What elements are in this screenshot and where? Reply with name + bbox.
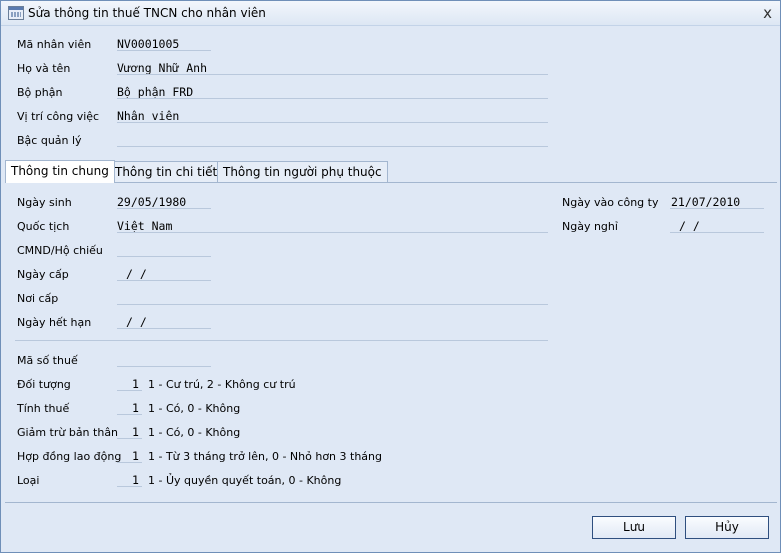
type-field[interactable]: 1 bbox=[132, 473, 139, 487]
position-field[interactable]: Nhân viên bbox=[117, 109, 179, 123]
id-number-label: CMND/Hộ chiếu bbox=[17, 244, 103, 257]
join-date-underline bbox=[670, 208, 764, 209]
dob-field[interactable]: 29/05/1980 bbox=[117, 195, 186, 209]
expiry-date-field[interactable]: / / bbox=[126, 315, 147, 329]
leave-date-underline bbox=[670, 232, 764, 233]
close-button[interactable]: x bbox=[763, 4, 772, 22]
self-deduction-label: Giảm trừ bản thân bbox=[17, 426, 119, 439]
full-name-field[interactable]: Vương Nhữ Anh bbox=[117, 61, 207, 75]
management-level-label: Bậc quản lý bbox=[17, 134, 82, 147]
issue-place-underline bbox=[117, 304, 548, 305]
subject-field[interactable]: 1 bbox=[132, 377, 139, 391]
leave-date-label: Ngày nghỉ bbox=[562, 220, 618, 233]
dob-label: Ngày sinh bbox=[17, 196, 72, 209]
nationality-underline bbox=[117, 232, 548, 233]
type-hint: 1 - Ủy quyền quyết toán, 0 - Không bbox=[148, 474, 342, 487]
form-icon bbox=[8, 6, 24, 20]
tab-general-info[interactable]: Thông tin chung bbox=[5, 160, 115, 183]
window-title: Sửa thông tin thuế TNCN cho nhân viên bbox=[28, 6, 266, 20]
issue-date-label: Ngày cấp bbox=[17, 268, 69, 281]
position-underline bbox=[117, 122, 548, 123]
full-name-underline bbox=[117, 74, 548, 75]
department-label: Bộ phận bbox=[17, 86, 63, 99]
nationality-field[interactable]: Việt Nam bbox=[117, 219, 172, 233]
tax-code-underline bbox=[117, 366, 211, 367]
nationality-label: Quốc tịch bbox=[17, 220, 70, 233]
issue-place-label: Nơi cấp bbox=[17, 292, 59, 305]
tab-detail-info[interactable]: Thông tin chi tiết bbox=[109, 161, 224, 182]
tab-dependents-info[interactable]: Thông tin người phụ thuộc bbox=[217, 161, 388, 182]
expiry-date-label: Ngày hết hạn bbox=[17, 316, 92, 329]
subject-hint: 1 - Cư trú, 2 - Không cư trú bbox=[148, 378, 296, 391]
department-field[interactable]: Bộ phận FRD bbox=[117, 85, 193, 99]
department-underline bbox=[117, 98, 548, 99]
dialog-window: Sửa thông tin thuế TNCN cho nhân viên x … bbox=[0, 0, 781, 553]
save-button[interactable]: Lưu bbox=[592, 516, 676, 539]
section-divider bbox=[15, 340, 548, 341]
labor-contract-hint: 1 - Từ 3 tháng trở lên, 0 - Nhỏ hơn 3 th… bbox=[148, 450, 383, 463]
dob-underline bbox=[117, 208, 211, 209]
self-deduction-field[interactable]: 1 bbox=[132, 425, 139, 439]
footer-divider bbox=[5, 502, 777, 503]
cancel-button[interactable]: Hủy bbox=[685, 516, 769, 539]
taxable-underline bbox=[117, 414, 142, 415]
labor-contract-underline bbox=[117, 462, 142, 463]
issue-date-underline bbox=[117, 280, 211, 281]
join-date-label: Ngày vào công ty bbox=[562, 196, 659, 209]
employee-code-field[interactable]: NV0001005 bbox=[117, 37, 179, 51]
issue-date-field[interactable]: / / bbox=[126, 267, 147, 281]
expiry-date-underline bbox=[117, 328, 211, 329]
title-bar: Sửa thông tin thuế TNCN cho nhân viên x bbox=[1, 1, 780, 26]
position-label: Vị trí công việc bbox=[17, 110, 100, 123]
taxable-field[interactable]: 1 bbox=[132, 401, 139, 415]
management-level-underline bbox=[117, 146, 548, 147]
labor-contract-label: Hợp đồng lao động bbox=[17, 450, 122, 463]
taxable-hint: 1 - Có, 0 - Không bbox=[148, 402, 241, 415]
join-date-field[interactable]: 21/07/2010 bbox=[671, 195, 740, 209]
employee-code-label: Mã nhân viên bbox=[17, 38, 92, 51]
full-name-label: Họ và tên bbox=[17, 62, 71, 75]
subject-label: Đối tượng bbox=[17, 378, 71, 391]
self-deduction-underline bbox=[117, 438, 142, 439]
self-deduction-hint: 1 - Có, 0 - Không bbox=[148, 426, 241, 439]
labor-contract-field[interactable]: 1 bbox=[132, 449, 139, 463]
type-underline bbox=[117, 486, 142, 487]
type-label: Loại bbox=[17, 474, 40, 487]
id-number-underline bbox=[117, 256, 211, 257]
tax-code-label: Mã số thuế bbox=[17, 354, 78, 367]
taxable-label: Tính thuế bbox=[17, 402, 70, 415]
subject-underline bbox=[117, 390, 142, 391]
leave-date-field[interactable]: / / bbox=[679, 219, 700, 233]
employee-code-underline bbox=[117, 50, 211, 51]
